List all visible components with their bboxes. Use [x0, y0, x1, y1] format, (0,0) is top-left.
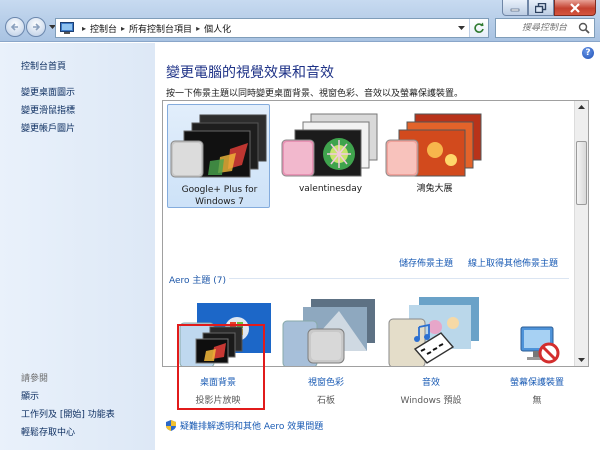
- control-panel-home-link[interactable]: 控制台首頁: [21, 59, 66, 72]
- scroll-up-button[interactable]: [575, 101, 588, 113]
- window-controls: [502, 0, 596, 17]
- search-icon[interactable]: [578, 22, 590, 34]
- chevron-up-icon: [578, 104, 585, 109]
- theme-thumbnail: [281, 113, 378, 177]
- change-mouse-pointers-link[interactable]: 變更滑鼠指標: [21, 103, 75, 116]
- main-content: ? 變更電腦的視覺效果和音效 按一下佈景主題以同時變更桌面背景、視窗色彩、音效以…: [155, 43, 600, 450]
- window-color-link[interactable]: 視窗色彩: [276, 375, 376, 388]
- save-theme-link[interactable]: 儲存佈景主題: [399, 256, 453, 269]
- theme-google-plus[interactable]: Google+ Plus for Windows 7: [167, 104, 270, 208]
- sounds-tool[interactable]: 音效 Windows 預設: [381, 323, 481, 406]
- sounds-link[interactable]: 音效: [381, 375, 481, 388]
- back-button[interactable]: [5, 17, 25, 37]
- control-panel-icon: [60, 22, 74, 34]
- search-input[interactable]: [522, 23, 576, 33]
- breadcrumb-separator: ▸: [196, 23, 201, 33]
- chevron-down-icon: [457, 25, 465, 30]
- refresh-icon: [474, 22, 484, 33]
- section-divider: [229, 278, 569, 279]
- breadcrumb-all-items[interactable]: 所有控制台項目: [129, 22, 192, 35]
- change-account-picture-link[interactable]: 變更帳戶圖片: [21, 121, 75, 134]
- breadcrumb-separator: ▸: [121, 23, 126, 33]
- sounds-value: Windows 預設: [400, 396, 462, 406]
- theme-name: valentinesday: [298, 184, 363, 194]
- forward-arrow-icon: [33, 23, 41, 31]
- screen-saver-value: 無: [532, 396, 542, 406]
- breadcrumb-separator: ▸: [82, 23, 87, 33]
- restore-button[interactable]: [528, 0, 554, 16]
- theme-valentinesday[interactable]: valentinesday: [279, 104, 382, 196]
- theme-thumbnail: [170, 114, 267, 178]
- troubleshoot-aero-link[interactable]: 疑難排解透明和其他 Aero 效果問題: [180, 419, 323, 432]
- address-bar[interactable]: ▸ 控制台 ▸ 所有控制台項目 ▸ 個人化: [55, 18, 489, 38]
- title-bar: ▸ 控制台 ▸ 所有控制台項目 ▸ 個人化: [0, 0, 600, 42]
- aero-themes-heading: Aero 主題 (7): [169, 276, 227, 286]
- close-icon: [570, 2, 580, 13]
- window-color-icon: [298, 323, 354, 367]
- breadcrumb-personalization[interactable]: 個人化: [204, 22, 231, 35]
- restore-icon: [535, 2, 547, 13]
- navigation-buttons: [5, 17, 57, 37]
- highlight-box: [177, 324, 265, 410]
- sounds-icon: [403, 323, 459, 367]
- change-desktop-icons-link[interactable]: 變更桌面圖示: [21, 85, 75, 98]
- page-title: 變更電腦的視覺效果和音效: [166, 65, 334, 81]
- theme-rabbit[interactable]: 鴻兔大展: [383, 104, 486, 196]
- troubleshoot-row: 疑難排解透明和其他 Aero 效果問題: [166, 419, 323, 432]
- close-button[interactable]: [554, 0, 596, 16]
- screen-saver-tool[interactable]: 螢幕保護裝置 無: [487, 323, 587, 406]
- screen-saver-icon: [509, 323, 565, 367]
- help-icon[interactable]: ?: [582, 47, 594, 59]
- window-color-value: 石板: [316, 396, 335, 406]
- search-box: [495, 18, 595, 38]
- forward-button[interactable]: [26, 17, 46, 37]
- refresh-button[interactable]: [469, 19, 488, 37]
- breadcrumb-control-panel[interactable]: 控制台: [90, 22, 117, 35]
- taskbar-start-menu-link[interactable]: 工作列及 [開始] 功能表: [21, 407, 115, 420]
- display-link[interactable]: 顯示: [21, 389, 39, 402]
- theme-name: Google+ Plus for Windows 7: [181, 185, 258, 207]
- see-also-heading: 請參閱: [21, 374, 49, 384]
- shield-icon: [166, 420, 176, 431]
- minimize-icon: [510, 8, 520, 11]
- back-arrow-icon: [10, 23, 18, 31]
- screen-saver-link[interactable]: 螢幕保護裝置: [487, 375, 587, 388]
- get-more-themes-online-link[interactable]: 線上取得其他佈景主題: [468, 256, 558, 269]
- scroll-thumb[interactable]: [576, 141, 587, 205]
- page-description: 按一下佈景主題以同時變更桌面背景、視窗色彩、音效以及螢幕保護裝置。: [166, 89, 464, 99]
- window-color-tool[interactable]: 視窗色彩 石板: [276, 323, 376, 406]
- theme-name: 鴻兔大展: [416, 184, 453, 194]
- task-pane: 控制台首頁 變更桌面圖示 變更滑鼠指標 變更帳戶圖片 請參閱 顯示 工作列及 […: [0, 43, 155, 450]
- minimize-button[interactable]: [502, 0, 528, 16]
- ease-of-access-link[interactable]: 輕鬆存取中心: [21, 425, 75, 438]
- theme-thumbnail: [385, 113, 482, 177]
- address-dropdown[interactable]: [454, 19, 468, 37]
